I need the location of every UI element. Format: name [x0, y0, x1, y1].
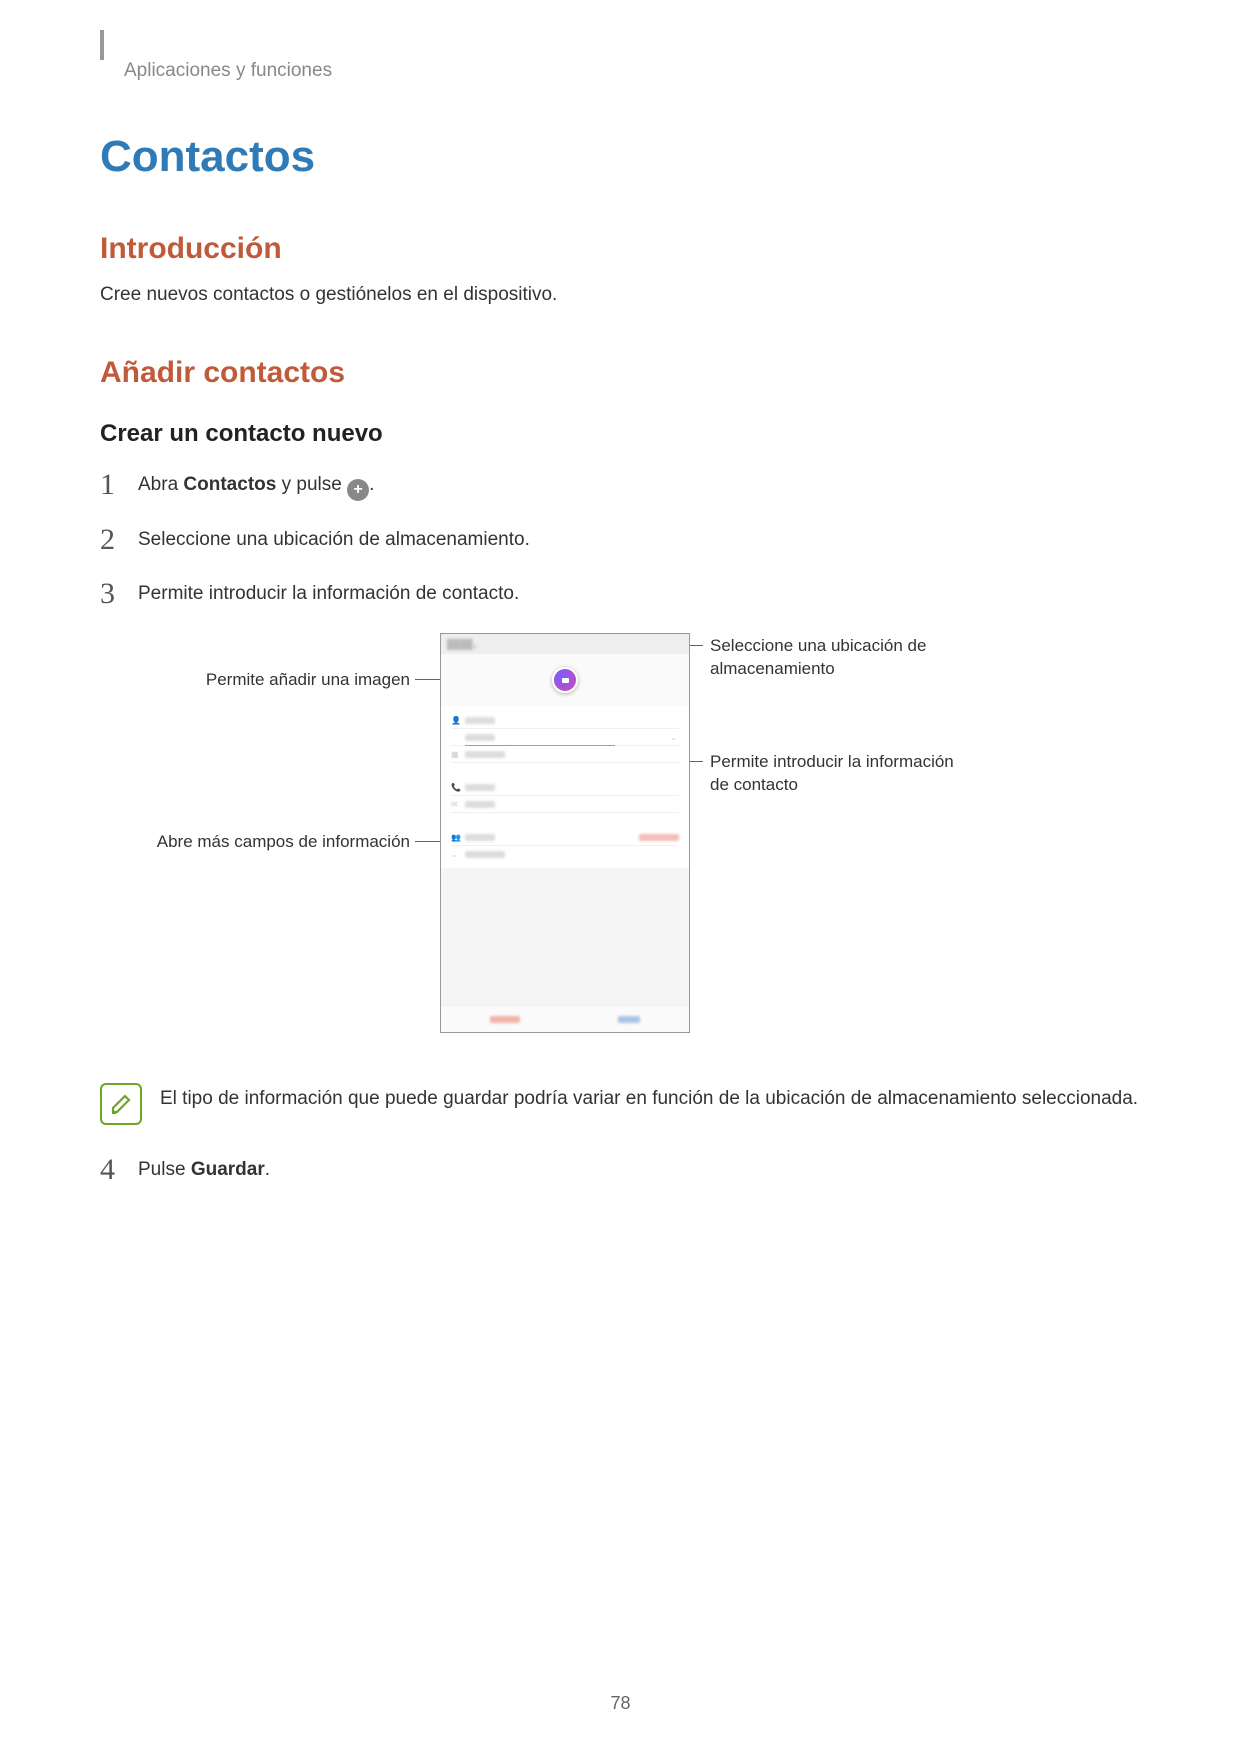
step-body: Abra Contactos y pulse +. — [138, 470, 374, 501]
step-body: Seleccione una ubicación de almacenamien… — [138, 525, 530, 551]
step-number: 4 — [100, 1155, 138, 1185]
cancel-button — [490, 1016, 520, 1023]
mail-icon: ✉ — [451, 800, 459, 808]
note-block: El tipo de información que puede guardar… — [100, 1083, 1141, 1125]
callout-more-fields: Abre más campos de información — [100, 831, 410, 854]
step-body: Permite introducir la información de con… — [138, 579, 519, 605]
note-text: El tipo de información que puede guardar… — [160, 1083, 1138, 1114]
header-rule — [100, 30, 104, 60]
step-item: 3 Permite introducir la información de c… — [100, 579, 1141, 609]
step-number: 1 — [100, 470, 138, 500]
camera-icon — [552, 667, 578, 693]
figure-container: Permite añadir una imagen Abre más campo… — [100, 633, 1141, 1053]
ss-form: 👤 ⌄ ▦ 📞 ✉ 👥 ⌄ — [441, 706, 689, 868]
page-number: 78 — [610, 1693, 630, 1714]
save-button — [618, 1016, 640, 1023]
ss-bottombar — [441, 1005, 689, 1032]
chevron-down-icon: ⌄ — [670, 733, 677, 742]
section-heading-intro: Introducción — [100, 232, 1141, 266]
step-item: 2 Seleccione una ubicación de almacenami… — [100, 525, 1141, 555]
callout-add-image: Permite añadir una imagen — [100, 669, 410, 692]
ss-topbar: ████ ▾ — [441, 634, 689, 654]
breadcrumb: Aplicaciones y funciones — [124, 60, 1141, 82]
callout-storage: Seleccione una ubicación de almacenamien… — [710, 635, 970, 681]
phone-icon: 📞 — [451, 783, 459, 791]
plus-icon: + — [347, 479, 369, 501]
intro-text: Cree nuevos contactos o gestiónelos en e… — [100, 284, 1141, 306]
note-icon — [100, 1083, 142, 1125]
step-body: Pulse Guardar. — [138, 1155, 270, 1181]
building-icon: ▦ — [451, 750, 459, 758]
screenshot-contact-form: ████ ▾ 👤 ⌄ ▦ 📞 ✉ 👥 ⌄ — [440, 633, 690, 1033]
step-item: 1 Abra Contactos y pulse +. — [100, 470, 1141, 501]
step-number: 2 — [100, 525, 138, 555]
ss-image-area — [441, 654, 689, 706]
chevron-down-icon: ⌄ — [451, 850, 459, 858]
group-icon: 👥 — [451, 833, 459, 841]
person-icon: 👤 — [451, 716, 459, 724]
step-item: 4 Pulse Guardar. — [100, 1155, 1141, 1185]
step-number: 3 — [100, 579, 138, 609]
sub-heading-create: Crear un contacto nuevo — [100, 420, 1141, 448]
page-title: Contactos — [100, 132, 1141, 182]
callout-enter-info: Permite introducir la información de con… — [710, 751, 970, 797]
section-heading-add: Añadir contactos — [100, 356, 1141, 390]
